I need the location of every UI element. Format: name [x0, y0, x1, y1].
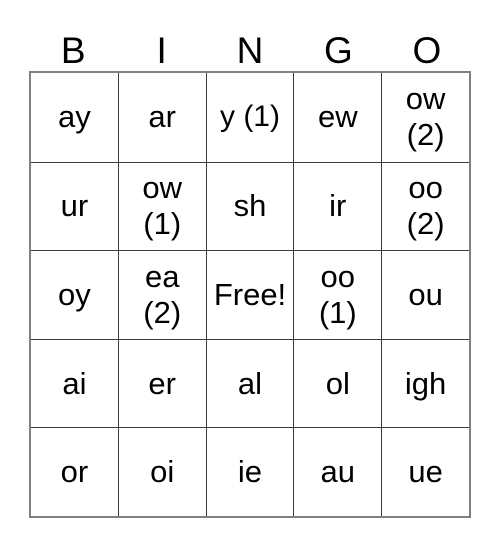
bingo-cell-label: oo (2): [406, 170, 445, 242]
bingo-cell-b4[interactable]: ai: [31, 338, 118, 428]
bingo-cell-o3[interactable]: ou: [381, 250, 469, 339]
bingo-header-letter-g: G: [324, 30, 353, 71]
bingo-cell-label: ay: [58, 99, 91, 135]
bingo-cell-label: ow (1): [142, 170, 183, 242]
bingo-cell-g2[interactable]: ir: [293, 161, 382, 251]
bingo-cell-n1[interactable]: y (1): [205, 73, 294, 162]
bingo-header-row: B I N G O: [29, 20, 471, 71]
bingo-cell-i4[interactable]: er: [117, 338, 206, 428]
bingo-cell-label: ie: [237, 454, 263, 490]
bingo-cell-label: y (1): [219, 100, 280, 134]
bingo-cell-label: or: [60, 454, 89, 490]
bingo-header-letter-n: N: [236, 30, 264, 71]
bingo-cell-label: au: [320, 454, 356, 490]
bingo-cell-g3[interactable]: oo (1): [293, 250, 382, 339]
bingo-cell-i5[interactable]: oi: [117, 427, 206, 516]
bingo-cell-label: ew: [317, 99, 358, 135]
bingo-cell-n4[interactable]: al: [205, 338, 294, 428]
bingo-cell-g5[interactable]: au: [293, 427, 382, 516]
bingo-row-2: ur ow (1) sh ir oo (2): [31, 161, 469, 251]
bingo-row-3: oy ea (2) Free! oo (1) ou: [31, 250, 469, 339]
bingo-cell-b1[interactable]: ay: [31, 73, 118, 162]
bingo-grid: ay ar y (1) ew ow (2) ur ow (1) sh ir oo…: [29, 71, 471, 518]
bingo-cell-o2[interactable]: oo (2): [381, 161, 469, 251]
bingo-cell-i3[interactable]: ea (2): [117, 250, 206, 339]
bingo-row-1: ay ar y (1) ew ow (2): [31, 73, 469, 162]
bingo-cell-label: ow (2): [405, 81, 446, 153]
bingo-cell-n2[interactable]: sh: [205, 161, 294, 251]
bingo-header-letter-b: B: [60, 30, 86, 71]
bingo-header-letter-i: I: [156, 30, 167, 71]
bingo-row-5: or oi ie au ue: [31, 427, 469, 516]
bingo-cell-label: ar: [148, 99, 176, 135]
bingo-cell-free-space[interactable]: Free!: [205, 250, 294, 339]
bingo-cell-i1[interactable]: ar: [117, 73, 206, 162]
bingo-cell-label: sh: [233, 188, 267, 224]
bingo-cell-label: oy: [58, 276, 91, 312]
bingo-cell-o5[interactable]: ue: [381, 427, 469, 516]
bingo-cell-b3[interactable]: oy: [31, 250, 118, 339]
bingo-cell-label: ea (2): [143, 258, 182, 330]
bingo-cell-label: ir: [329, 188, 347, 224]
bingo-cell-i2[interactable]: ow (1): [117, 161, 206, 251]
bingo-cell-label: ue: [408, 454, 443, 490]
bingo-cell-label: oi: [150, 454, 175, 490]
bingo-cell-label: ai: [62, 365, 87, 401]
bingo-cell-g1[interactable]: ew: [293, 73, 382, 162]
bingo-row-4: ai er al ol igh: [31, 338, 469, 428]
bingo-header-letter-o: O: [412, 30, 442, 71]
bingo-cell-b2[interactable]: ur: [31, 161, 118, 251]
bingo-cell-g4[interactable]: ol: [293, 338, 382, 428]
bingo-free-space-label: Free!: [213, 276, 287, 312]
bingo-cell-label: ou: [408, 276, 443, 312]
bingo-cell-o1[interactable]: ow (2): [381, 73, 469, 162]
bingo-cell-label: oo (1): [318, 258, 357, 330]
bingo-cell-b5[interactable]: or: [31, 427, 118, 516]
bingo-card: B I N G O ay ar y (1) ew ow (2) ur ow (1…: [29, 20, 471, 518]
bingo-cell-label: er: [148, 365, 176, 401]
bingo-cell-label: igh: [404, 365, 447, 401]
bingo-cell-n5[interactable]: ie: [205, 427, 294, 516]
bingo-cell-label: ol: [325, 365, 350, 401]
bingo-cell-o4[interactable]: igh: [381, 338, 469, 428]
bingo-cell-label: al: [237, 365, 263, 401]
bingo-cell-label: ur: [60, 188, 89, 224]
